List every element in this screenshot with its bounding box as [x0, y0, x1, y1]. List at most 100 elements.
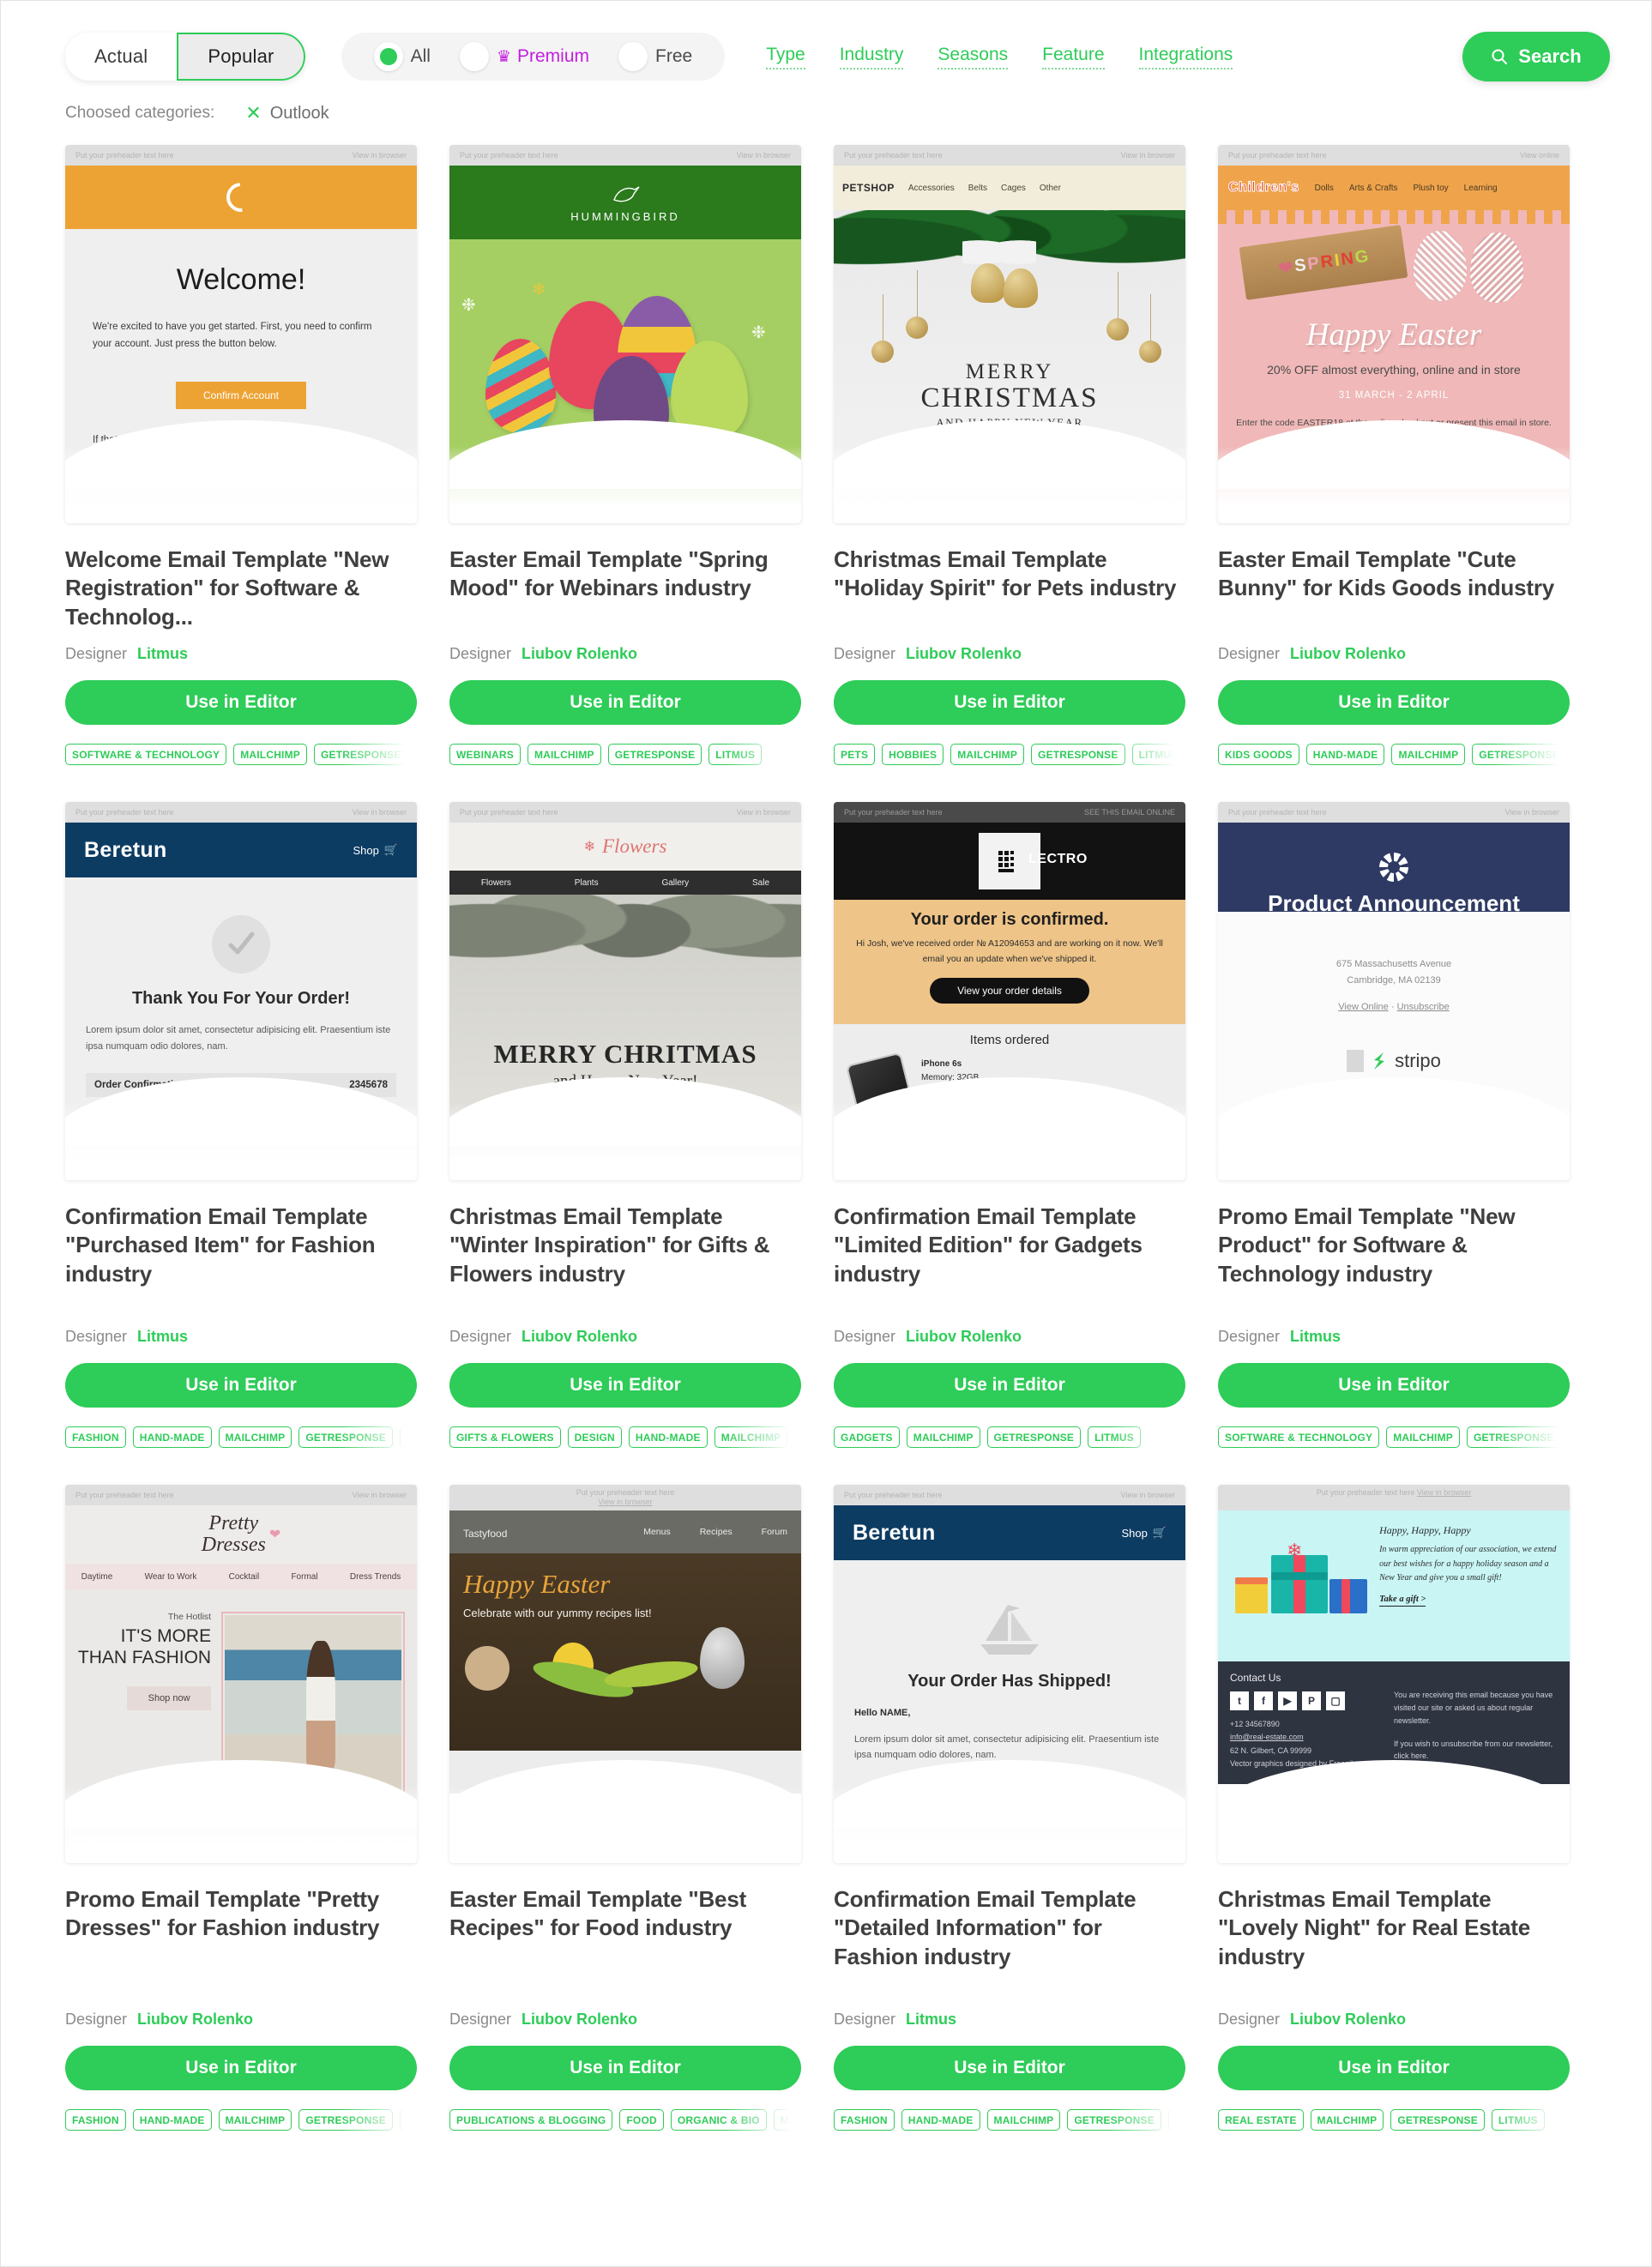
tag[interactable]: MAILCHIMP	[1386, 1426, 1460, 1448]
tag[interactable]: LITMUS	[399, 2109, 417, 2131]
designer-name[interactable]: Liubov Rolenko	[1290, 2011, 1406, 2029]
tag[interactable]: HAND-MADE	[628, 1426, 708, 1448]
tag[interactable]: GETRESPONSE	[794, 1426, 801, 1448]
template-thumbnail[interactable]: Put your preheader text here View in bro…	[449, 1485, 801, 1863]
tag[interactable]: GETRESPONSE	[1472, 744, 1566, 765]
tag[interactable]: GETRESPONSE	[298, 2109, 393, 2131]
designer-name[interactable]: Liubov Rolenko	[522, 2011, 637, 2029]
tag[interactable]: LITMUS	[1167, 2109, 1185, 2131]
template-thumbnail[interactable]: Put your preheader text here View in bro…	[1218, 1485, 1570, 1863]
tag[interactable]: HAND-MADE	[901, 2109, 980, 2131]
use-in-editor-button[interactable]: Use in Editor	[65, 2046, 417, 2090]
template-thumbnail[interactable]: Put your preheader text here View in bro…	[834, 1485, 1185, 1863]
tag[interactable]: FASHION	[65, 2109, 126, 2131]
chosen-chip-outlook[interactable]: ✕ Outlook	[245, 104, 329, 124]
search-button[interactable]: Search	[1462, 32, 1610, 81]
tag[interactable]: MAILCHIMP	[527, 744, 601, 765]
designer-name[interactable]: Litmus	[1290, 1328, 1341, 1346]
template-thumbnail[interactable]: Put your preheader text here View in bro…	[1218, 802, 1570, 1180]
filter-link-industry[interactable]: Industry	[839, 45, 904, 69]
tag[interactable]: GIFTS & FLOWERS	[449, 1426, 561, 1448]
designer-name[interactable]: Liubov Rolenko	[522, 645, 637, 663]
sort-tab-popular[interactable]: Popular	[177, 33, 305, 81]
use-in-editor-button[interactable]: Use in Editor	[1218, 2046, 1570, 2090]
designer-name[interactable]: Liubov Rolenko	[906, 1328, 1022, 1346]
tag[interactable]: MAILCHIMP	[233, 744, 307, 765]
designer-name[interactable]: Liubov Rolenko	[522, 1328, 637, 1346]
tag[interactable]: GADGETS	[834, 1426, 900, 1448]
tag[interactable]: MAILCHIMP	[950, 744, 1025, 765]
tag[interactable]: FOOD	[619, 2109, 664, 2131]
filter-link-type[interactable]: Type	[766, 45, 805, 69]
template-thumbnail[interactable]: Put your preheader text here View in bro…	[65, 145, 417, 523]
tag[interactable]: DESIGN	[567, 1426, 622, 1448]
tag[interactable]: KIDS GOODS	[1218, 744, 1299, 765]
use-in-editor-button[interactable]: Use in Editor	[834, 680, 1185, 725]
tag[interactable]: GETRESPONSE	[1467, 1426, 1561, 1448]
sort-tab-actual[interactable]: Actual	[65, 33, 178, 81]
use-in-editor-button[interactable]: Use in Editor	[834, 1363, 1185, 1408]
use-in-editor-button[interactable]: Use in Editor	[65, 680, 417, 725]
tag[interactable]: GETRESPONSE	[298, 1426, 393, 1448]
filter-link-integrations[interactable]: Integrations	[1138, 45, 1233, 69]
tag[interactable]: FASHION	[65, 1426, 126, 1448]
template-thumbnail[interactable]: Put your preheader text here View in bro…	[449, 145, 801, 523]
tag[interactable]: MAILCHIMP	[986, 2109, 1061, 2131]
use-in-editor-button[interactable]: Use in Editor	[65, 1363, 417, 1408]
tag[interactable]: GETRESPONSE	[1031, 744, 1125, 765]
tag[interactable]: LITMUS	[1567, 1426, 1570, 1448]
use-in-editor-button[interactable]: Use in Editor	[449, 2046, 801, 2090]
radio-option-all[interactable]: All	[364, 42, 441, 71]
tag[interactable]: LITMUS	[399, 1426, 417, 1448]
tag[interactable]: GETRESPONSE	[607, 744, 702, 765]
filter-link-feature[interactable]: Feature	[1042, 45, 1105, 69]
use-in-editor-button[interactable]: Use in Editor	[449, 1363, 801, 1408]
radio-option-premium[interactable]: ♛ Premium	[449, 42, 600, 71]
filter-link-seasons[interactable]: Seasons	[938, 45, 1009, 69]
tag[interactable]: HAND-MADE	[132, 2109, 212, 2131]
use-in-editor-button[interactable]: Use in Editor	[449, 680, 801, 725]
tag[interactable]: GETRESPONSE	[314, 744, 408, 765]
use-in-editor-button[interactable]: Use in Editor	[834, 2046, 1185, 2090]
template-thumbnail[interactable]: Put your preheader text here View in bro…	[449, 802, 801, 1180]
designer-name[interactable]: Litmus	[137, 1328, 188, 1346]
tag[interactable]: LITMUS	[708, 744, 763, 765]
tag[interactable]: SOFTWARE & TECHNOLOGY	[1218, 1426, 1380, 1448]
tag[interactable]: FASHION	[834, 2109, 895, 2131]
tag[interactable]: MAILCHIMP	[1391, 744, 1466, 765]
tag[interactable]: PUBLICATIONS & BLOGGING	[449, 2109, 613, 2131]
tag[interactable]: GETRESPONSE	[1390, 2109, 1485, 2131]
tag[interactable]: GETRESPONSE	[986, 1426, 1082, 1448]
tag[interactable]: ORGANIC & BIO	[670, 2109, 767, 2131]
tag[interactable]: MAILCHIMP	[218, 2109, 292, 2131]
designer-name[interactable]: Litmus	[906, 2011, 956, 2029]
tag[interactable]: MAILCHIMP	[906, 1426, 980, 1448]
designer-name[interactable]: Litmus	[137, 645, 188, 663]
tag[interactable]: REAL ESTATE	[1218, 2109, 1304, 2131]
tag[interactable]: WEBINARS	[449, 744, 521, 765]
designer-name[interactable]: Liubov Rolenko	[906, 645, 1022, 663]
tag[interactable]: MAILCHIMP	[1310, 2109, 1384, 2131]
template-thumbnail[interactable]: Put your preheader text here View online…	[1218, 145, 1570, 523]
tag[interactable]: GETRESPONSE	[1067, 2109, 1161, 2131]
tag[interactable]: LITMUS	[1088, 1426, 1141, 1448]
tag[interactable]: MAILCHIMP	[714, 1426, 788, 1448]
close-icon[interactable]: ✕	[245, 104, 261, 123]
tag[interactable]: MAILCHIMP	[218, 1426, 292, 1448]
tag[interactable]: LITMUS	[1131, 744, 1185, 765]
tag[interactable]: HAND-MADE	[132, 1426, 212, 1448]
use-in-editor-button[interactable]: Use in Editor	[1218, 1363, 1570, 1408]
tag[interactable]: LITMUS	[1491, 2109, 1545, 2131]
template-thumbnail[interactable]: Put your preheader text here View in bro…	[65, 802, 417, 1180]
designer-name[interactable]: Liubov Rolenko	[137, 2011, 253, 2029]
tag[interactable]: PETS	[834, 744, 876, 765]
tag[interactable]: LITMUS	[414, 744, 417, 765]
tag[interactable]: HOBBIES	[882, 744, 944, 765]
sort-segmented-control[interactable]: Actual Popular	[65, 33, 305, 81]
template-thumbnail[interactable]: Put your preheader text here SEE THIS EM…	[834, 802, 1185, 1180]
radio-option-free[interactable]: Free	[608, 42, 702, 71]
tag[interactable]: MAILCHIMP	[773, 2109, 801, 2131]
use-in-editor-button[interactable]: Use in Editor	[1218, 680, 1570, 725]
template-thumbnail[interactable]: Put your preheader text here View in bro…	[65, 1485, 417, 1863]
tag[interactable]: HAND-MADE	[1305, 744, 1385, 765]
